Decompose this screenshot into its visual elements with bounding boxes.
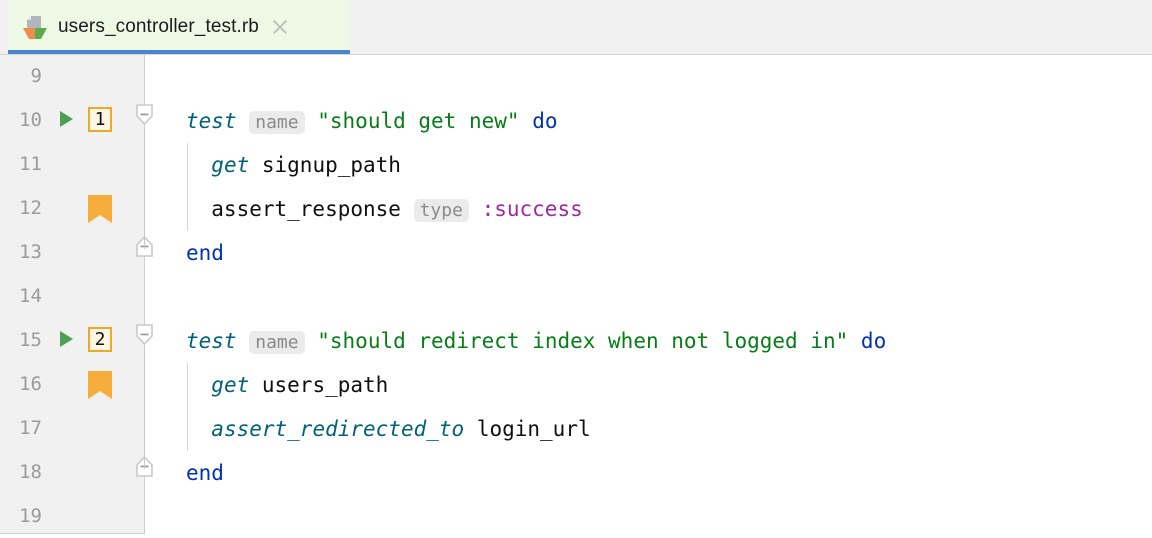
fold-start-icon[interactable] bbox=[135, 104, 154, 126]
line-number: 16 bbox=[19, 373, 42, 395]
line-number: 14 bbox=[19, 285, 42, 307]
editor-line[interactable]: 9 bbox=[0, 55, 1152, 99]
gutter-badge[interactable]: 1 bbox=[88, 107, 112, 132]
parameter-hint: name bbox=[249, 331, 305, 354]
code-token-method: get bbox=[211, 373, 250, 397]
run-test-icon[interactable] bbox=[60, 331, 73, 347]
code-text[interactable]: end bbox=[186, 458, 224, 488]
editor-line[interactable]: 17 assert_redirected_to login_url bbox=[0, 407, 1152, 451]
editor-line[interactable]: 18 end bbox=[0, 451, 1152, 495]
fold-start-icon[interactable] bbox=[135, 324, 154, 346]
fold-region-line bbox=[144, 346, 145, 469]
code-token-keyword: end bbox=[186, 241, 224, 265]
code-text[interactable]: end bbox=[186, 238, 224, 268]
line-number: 10 bbox=[19, 109, 42, 131]
bookmark-icon[interactable] bbox=[88, 195, 112, 223]
fold-region-line bbox=[144, 126, 145, 249]
indent-guide bbox=[187, 143, 188, 231]
code-token-plain: users_path bbox=[249, 373, 389, 397]
parameter-hint: name bbox=[249, 111, 305, 134]
editor-line[interactable]: 11 get signup_path bbox=[0, 143, 1152, 187]
code-token-keyword: end bbox=[186, 461, 224, 485]
line-number: 11 bbox=[19, 153, 42, 175]
parameter-hint: type bbox=[413, 199, 469, 222]
code-token-keyword: do bbox=[860, 329, 887, 353]
close-icon[interactable] bbox=[269, 16, 291, 38]
code-text[interactable]: assert_redirected_to login_url bbox=[186, 414, 591, 444]
code-token-method: get bbox=[211, 153, 250, 177]
editor-tab-bar: users_controller_test.rb bbox=[0, 0, 1152, 55]
editor-line[interactable]: 16 get users_path bbox=[0, 363, 1152, 407]
code-token-plain: signup_path bbox=[249, 153, 401, 177]
line-number: 17 bbox=[19, 417, 42, 439]
line-number: 13 bbox=[19, 241, 42, 263]
editor-line[interactable]: 10 1 test name "should get new" do bbox=[0, 99, 1152, 143]
gutter-badge[interactable]: 2 bbox=[88, 327, 112, 352]
ruby-test-file-icon bbox=[22, 14, 48, 40]
editor-tab-filename: users_controller_test.rb bbox=[58, 16, 259, 37]
code-token-plain: login_url bbox=[464, 417, 591, 441]
editor-line[interactable]: 19 bbox=[0, 495, 1152, 538]
indent-guide bbox=[187, 363, 188, 451]
active-tab-underline bbox=[8, 50, 350, 54]
code-token-string: "should get new" bbox=[317, 109, 520, 133]
code-token-method: assert_redirected_to bbox=[211, 417, 465, 441]
editor-tab-users-controller-test[interactable]: users_controller_test.rb bbox=[8, 0, 350, 54]
code-token-keyword: do bbox=[532, 109, 558, 133]
bookmark-icon[interactable] bbox=[88, 371, 112, 399]
run-test-icon[interactable] bbox=[60, 111, 73, 127]
line-number: 19 bbox=[19, 505, 42, 527]
code-text[interactable]: get signup_path bbox=[186, 150, 401, 180]
editor-line[interactable]: 15 2 test name "should redirect index when… bbox=[0, 319, 1152, 363]
code-text[interactable]: test name "should get new" do bbox=[186, 106, 558, 138]
line-number: 9 bbox=[30, 65, 42, 87]
code-text[interactable]: test name "should redirect index when no… bbox=[186, 326, 886, 358]
code-text[interactable]: assert_response type :success bbox=[186, 194, 583, 226]
code-token-symbol: :success bbox=[481, 197, 583, 221]
editor-line[interactable]: 14 bbox=[0, 275, 1152, 319]
code-token-method: test bbox=[186, 329, 237, 353]
code-token-method: test bbox=[186, 109, 237, 133]
code-editor[interactable]: 9 10 1 test name "should get new" do 11 get … bbox=[0, 55, 1152, 538]
code-text[interactable]: get users_path bbox=[186, 370, 388, 400]
code-token-string: "should redirect index when not logged i… bbox=[317, 329, 849, 353]
line-number: 18 bbox=[19, 461, 42, 483]
line-number: 15 bbox=[19, 329, 42, 351]
editor-line[interactable]: 12 assert_response type :success bbox=[0, 187, 1152, 231]
editor-line[interactable]: 13 end bbox=[0, 231, 1152, 275]
line-number: 12 bbox=[19, 197, 42, 219]
code-token-plain: assert_response bbox=[186, 197, 414, 221]
